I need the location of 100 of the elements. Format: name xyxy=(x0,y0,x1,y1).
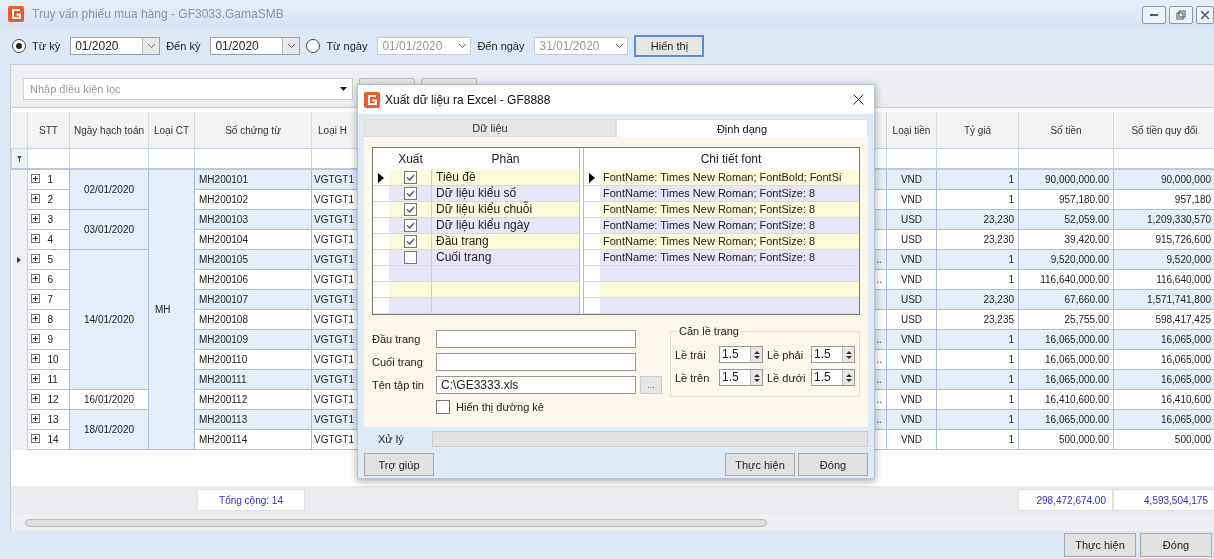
tab[interactable]: Định dạng xyxy=(616,119,868,137)
checkbox-label: Hiển thị đường kẻ xyxy=(456,401,544,413)
chevron-down-icon xyxy=(457,43,467,49)
dialog-title: Xuất dữ liệu ra Excel - GF8888 xyxy=(385,92,551,107)
table-cell: 02/01/2020 xyxy=(69,169,149,210)
input-field[interactable]: C:\GE3333.xls xyxy=(436,375,636,394)
expand-icon[interactable] xyxy=(31,194,40,203)
table-cell: FontName: Times New Roman; FontSize: 8 xyxy=(600,186,859,201)
tab[interactable]: Dữ liệu xyxy=(364,119,616,137)
filter-cell[interactable] xyxy=(69,148,149,169)
expand-icon[interactable] xyxy=(31,354,40,363)
table-cell: Cuối trang xyxy=(432,250,579,265)
table-cell: FontName: Times New Roman; FontSize: 8 xyxy=(600,202,859,217)
total-count: Tổng cộng: 14 xyxy=(197,489,305,511)
table-cell xyxy=(389,298,432,313)
radio-label: Từ kỳ xyxy=(32,40,61,52)
column-header[interactable]: STT xyxy=(27,112,70,149)
date-radio[interactable] xyxy=(306,39,321,53)
spin-arrows-icon[interactable] xyxy=(753,349,760,360)
close-button[interactable]: Đóng xyxy=(1140,533,1212,557)
table-cell: 03/01/2020 xyxy=(69,209,149,250)
help-button[interactable]: Trợ giúp xyxy=(364,453,434,476)
close-button[interactable]: Đóng xyxy=(798,453,868,476)
restore-icon xyxy=(1176,10,1186,20)
expand-icon[interactable] xyxy=(31,414,40,423)
expand-icon[interactable] xyxy=(31,314,40,323)
checkbox[interactable] xyxy=(403,219,417,232)
group-title: Căn lề trang xyxy=(677,325,741,337)
minimize-icon xyxy=(1150,14,1158,16)
field-label: Lề dưới xyxy=(767,371,806,384)
expand-icon[interactable] xyxy=(31,274,40,283)
total-amount: 298,472,674.00 xyxy=(1018,489,1113,511)
filter-cell[interactable] xyxy=(194,148,312,169)
to-label: Đến kỳ xyxy=(166,40,201,52)
restore-button[interactable] xyxy=(1169,6,1193,24)
expand-icon[interactable] xyxy=(31,174,40,183)
spin-arrows-icon[interactable] xyxy=(845,349,852,360)
execute-button[interactable]: Thực hiện xyxy=(725,453,795,476)
expand-icon[interactable] xyxy=(31,394,40,403)
close-icon xyxy=(1201,11,1209,19)
table-cell: Dữ liệu kiểu ngày xyxy=(432,218,579,233)
column-header[interactable]: Số tiền quy đổi xyxy=(1113,112,1214,149)
filter-cell[interactable] xyxy=(148,148,195,169)
filter-cell[interactable] xyxy=(936,148,1019,169)
logo-icon xyxy=(8,6,24,22)
chevron-down-icon xyxy=(615,43,624,49)
browse-button[interactable]: ... xyxy=(640,375,662,394)
close-button[interactable] xyxy=(1196,6,1214,24)
show-button[interactable]: Hiển thị xyxy=(634,35,705,57)
spin-arrows-icon[interactable] xyxy=(845,372,852,383)
field-label: Lề trên xyxy=(675,371,710,384)
expand-icon[interactable] xyxy=(31,374,40,383)
table-cell: FontName: Times New Roman; FontSize: 8 xyxy=(600,250,859,265)
table-cell: FontName: Times New Roman; FontBold; FontSi xyxy=(600,170,859,185)
checkbox[interactable] xyxy=(403,187,417,200)
column-header[interactable]: Tỷ giá xyxy=(936,112,1019,149)
expand-icon[interactable] xyxy=(31,214,40,223)
checkbox[interactable] xyxy=(436,400,450,414)
spin-field[interactable]: 1.5 xyxy=(719,369,763,386)
table-cell: Đầu trang xyxy=(432,234,579,249)
checkbox[interactable] xyxy=(403,251,417,264)
input-field[interactable] xyxy=(436,352,636,371)
filter-icon[interactable] xyxy=(17,156,22,162)
total-converted: 4,593,504,175 xyxy=(1113,489,1214,511)
execute-button[interactable]: Thực hiện xyxy=(1064,533,1136,557)
table-cell: Dữ liệu kiểu số xyxy=(432,186,579,201)
period-radio[interactable] xyxy=(12,39,26,53)
input-field[interactable] xyxy=(436,329,636,348)
filter-cell[interactable] xyxy=(1018,148,1114,169)
minimize-button[interactable] xyxy=(1142,6,1166,24)
close-icon[interactable] xyxy=(853,94,864,105)
column-header[interactable]: Ngày hạch toán xyxy=(69,112,149,149)
column-header[interactable]: Loại tiền xyxy=(886,112,937,149)
spin-arrows-icon[interactable] xyxy=(753,372,760,383)
spin-field[interactable]: 1.5 xyxy=(811,346,855,363)
filter-cell[interactable] xyxy=(27,148,70,169)
window-title: Truy vấn phiếu mua hàng - GF3033.GamaSMB xyxy=(32,7,284,21)
column-header[interactable]: Số chứng từ xyxy=(194,112,312,149)
field-label: Lề phải xyxy=(767,348,804,361)
expand-icon[interactable] xyxy=(31,234,40,243)
expand-icon[interactable] xyxy=(31,434,40,443)
filter-cell[interactable] xyxy=(886,148,937,169)
table-cell: 18/01/2020 xyxy=(69,409,149,450)
to-combo[interactable]: 01/2020 xyxy=(210,37,301,55)
expand-icon[interactable] xyxy=(31,254,40,263)
to-label: Đến ngày xyxy=(477,40,525,52)
from-combo[interactable]: 01/2020 xyxy=(70,37,161,55)
expand-icon[interactable] xyxy=(31,334,40,343)
checkbox[interactable] xyxy=(403,235,417,248)
table-cell: FontName: Times New Roman; FontSize: 8 xyxy=(600,234,859,249)
filter-cell[interactable] xyxy=(1113,148,1214,169)
expand-icon[interactable] xyxy=(31,294,40,303)
checkbox[interactable] xyxy=(403,171,417,184)
column-header[interactable]: Số tiền xyxy=(1018,112,1114,149)
checkbox[interactable] xyxy=(403,203,417,216)
spin-field[interactable]: 1.5 xyxy=(811,369,855,386)
table-cell: 14/01/2020 xyxy=(69,249,149,390)
spin-field[interactable]: 1.5 xyxy=(719,346,763,363)
chevron-down-icon xyxy=(286,43,296,49)
column-header[interactable]: Loại CT xyxy=(148,112,195,149)
